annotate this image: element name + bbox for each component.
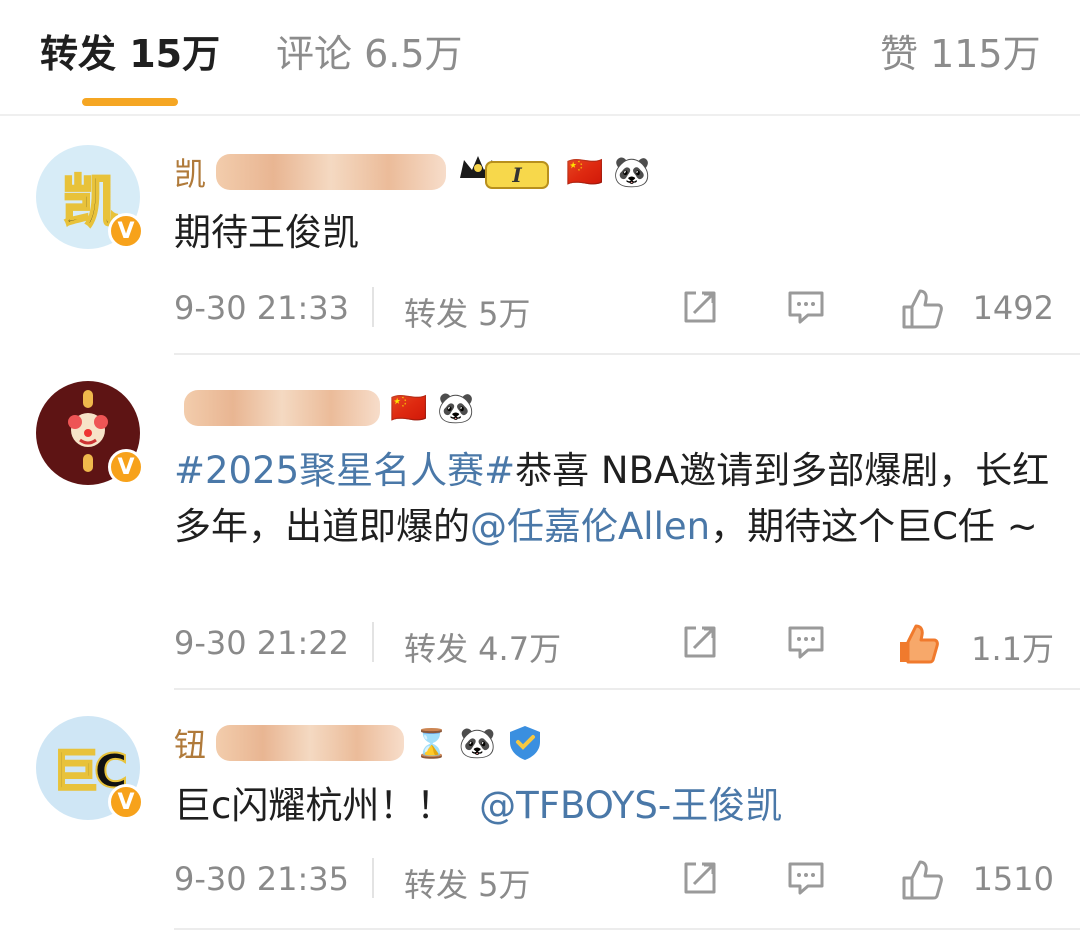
mention-link[interactable]: @任嘉伦Allen [470,505,710,548]
hourglass-icon: ⌛ [414,726,449,760]
china-flag-icon: 🇨🇳 [566,154,604,190]
hashtag-link[interactable]: #2025聚星名人赛# [174,449,515,492]
mention-link[interactable]: @TFBOYS-王俊凯 [479,784,782,827]
comment-item: 巨C V 钮 ⌛ 🐼 巨c闪耀杭州！！ @TFBOYS-王俊凯 9-30 21:… [0,690,1080,930]
verified-badge-icon: V [108,213,144,249]
nickname-row: 凯 I 🇨🇳 🐼 [174,147,651,197]
avatar[interactable]: 凯 V [36,145,144,249]
tab-comment[interactable]: 评论 6.5万 [276,28,463,80]
avatar-glyph: 凯 [61,169,119,236]
nickname-blurred [184,390,380,426]
like-count: 1492 [972,289,1054,327]
avatar[interactable]: 巨C V [36,716,144,820]
meta-separator [372,858,374,898]
nickname-blurred [216,725,405,761]
meta-separator [372,622,374,662]
like-count: 1510 [972,860,1054,898]
vip-crown-level-icon: I [460,156,550,189]
active-tab-indicator [82,98,178,106]
comment-meta: 9-30 21:22 转发 4.7万 1.1万 [174,618,1054,668]
verified-badge-icon: V [108,784,144,820]
comment-icon[interactable] [786,287,826,327]
comment-icon[interactable] [786,858,826,898]
svg-text:I: I [511,163,522,187]
like-count: 1.1万 [971,630,1054,668]
nickname[interactable]: 凯 [174,149,206,195]
nickname-row: 钮 ⌛ 🐼 [174,718,544,768]
like-thumb-icon-active[interactable] [896,622,940,666]
repost-count[interactable]: 转发 4.7万 [404,624,561,670]
tab-like[interactable]: 赞 115万 [880,28,1041,80]
repost-icon[interactable] [680,287,720,327]
china-flag-icon: 🇨🇳 [390,390,428,426]
comment-item: 凯 V 凯 I 🇨🇳 🐼 期待王俊凯 9-30 21:33 转发 5万 1492 [0,115,1080,355]
meta-separator [372,287,374,327]
comment-meta: 9-30 21:35 转发 5万 1510 [174,854,1054,904]
nickname[interactable]: 钮 [174,720,206,766]
panda-icon: 🐼 [437,390,475,426]
nickname-row: 🇨🇳 🐼 [174,383,475,433]
comment-time: 9-30 21:22 [174,624,350,662]
comment-text-part: ，期待这个巨C任 ~ [710,505,1038,548]
panda-icon: 🐼 [613,154,651,190]
repost-icon[interactable] [680,858,720,898]
comment-text: 期待王俊凯 [174,211,359,254]
verified-badge-icon: V [108,449,144,485]
comment-icon[interactable] [786,622,826,662]
avatar[interactable]: V [36,381,144,485]
comment-tabs: 转发 15万 评论 6.5万 赞 115万 [0,0,1080,116]
comment-text: 巨c闪耀杭州！！ @TFBOYS-王俊凯 [174,778,1054,834]
like-thumb-icon[interactable] [900,858,944,902]
repost-count[interactable]: 转发 5万 [404,860,531,906]
repost-icon[interactable] [680,622,720,662]
comment-time: 9-30 21:33 [174,289,350,327]
like-thumb-icon[interactable] [900,287,944,331]
comment-text-part: 巨c闪耀杭州！！ [174,784,454,827]
nickname-blurred [216,154,447,190]
comment-item: V 🇨🇳 🐼 #2025聚星名人赛#恭喜 NBA邀请到多部爆剧，长红多年，出道即… [0,355,1080,690]
comment-time: 9-30 21:35 [174,860,350,898]
comment-text: #2025聚星名人赛#恭喜 NBA邀请到多部爆剧，长红多年，出道即爆的@任嘉伦A… [174,443,1054,555]
comment-meta: 9-30 21:33 转发 5万 1492 [174,283,1054,333]
panda-icon: 🐼 [458,725,497,761]
tab-repost[interactable]: 转发 15万 [40,28,220,80]
repost-count[interactable]: 转发 5万 [404,289,531,335]
shield-badge-icon [510,726,541,760]
